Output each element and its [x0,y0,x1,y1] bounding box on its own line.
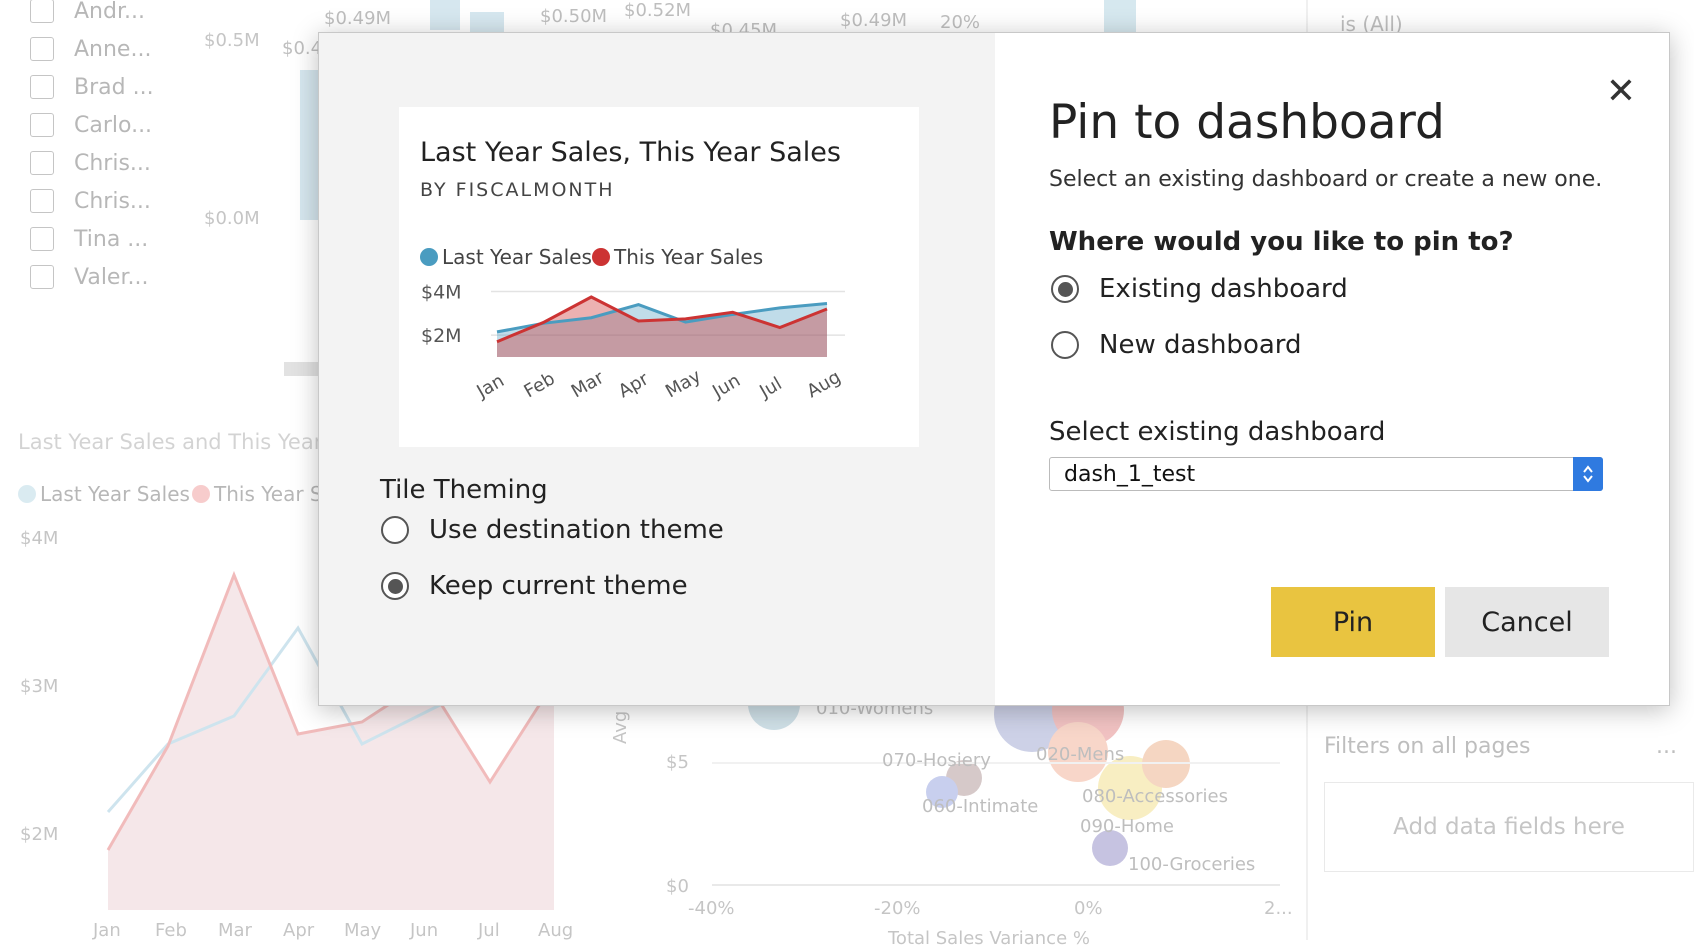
select-value: dash_1_test [1064,461,1196,487]
radio-button[interactable] [1051,331,1079,359]
new-dashboard-radio[interactable]: New dashboard [1051,330,1302,360]
radio-label: Use destination theme [429,515,724,545]
radio-button[interactable] [1051,275,1079,303]
dialog-title: Pin to dashboard [1049,95,1445,150]
dialog-subtitle: Select an existing dashboard or create a… [1049,167,1603,192]
dashboard-select[interactable]: dash_1_test [1049,457,1603,491]
tile-preview-pane: Last Year Sales, This Year Sales BY FISC… [319,33,995,705]
radio-label: Existing dashboard [1099,274,1348,304]
bubble-label: 080-Accessories [1082,786,1228,807]
close-icon[interactable]: ✕ [1601,71,1641,112]
cancel-button[interactable]: Cancel [1445,587,1609,657]
y-tick-label: $4M [421,282,462,304]
x-tick-label: May [662,365,705,402]
x-tick-label: Jun [708,370,744,403]
tile-preview: Last Year Sales, This Year Sales BY FISC… [399,107,919,447]
pin-to-dashboard-dialog: Last Year Sales, This Year Sales BY FISC… [318,32,1670,706]
data-label: $0.52M [624,0,692,21]
radio-button[interactable] [381,572,409,600]
x-tick: Feb [155,920,187,941]
x-tick: -40% [688,898,735,919]
x-tick: Jun [410,920,439,941]
data-label: 20% [940,12,981,33]
bubble-label: 090-Home [1080,816,1175,837]
radio-button[interactable] [381,516,409,544]
radio-label: Keep current theme [429,571,688,601]
x-tick-label: Jan [473,370,508,403]
x-tick-label: Aug [803,367,844,403]
bar [1104,0,1136,32]
radio-label: New dashboard [1099,330,1302,360]
existing-dashboard-radio[interactable]: Existing dashboard [1051,274,1348,304]
tile-area-chart: $4M $2M Jan Feb Mar Apr May Jun Jul Aug [421,282,845,403]
data-label: $0.49M [840,10,908,31]
x-tick-label: Jul [755,373,785,403]
tile-theming-title: Tile Theming [380,475,548,505]
pin-destination-question: Where would you like to pin to? [1049,227,1514,257]
bubble-label: 100-Groceries [1128,854,1256,875]
x-tick: Apr [283,920,315,941]
use-destination-theme-radio[interactable]: Use destination theme [381,515,724,545]
x-tick: 0% [1074,898,1103,919]
x-tick: Jul [478,920,500,941]
select-dashboard-label: Select existing dashboard [1049,417,1386,447]
add-data-fields-well[interactable]: Add data fields here [1324,782,1694,872]
select-arrows-icon[interactable] [1573,457,1603,491]
x-tick: Aug [538,920,574,941]
x-tick: 2... [1264,898,1293,919]
bubble-label: 060-Intimate [922,796,1039,817]
x-tick: Jan [93,920,121,941]
x-tick-label: Feb [521,368,559,402]
keep-current-theme-radio[interactable]: Keep current theme [381,571,688,601]
x-tick-label: Mar [568,367,608,402]
y-tick-label: $2M [421,325,462,347]
bubble-label: 070-Hosiery [882,750,991,771]
bubble-label: 020-Mens [1036,744,1125,765]
x-tick-label: Apr [615,368,653,402]
more-options-icon[interactable]: ... [1656,734,1677,759]
x-axis-label: Total Sales Variance % [888,928,1090,949]
x-tick: May [344,920,382,941]
pin-button[interactable]: Pin [1271,587,1435,657]
x-tick: -20% [874,898,921,919]
filters-on-all-pages: Filters on all pages [1324,734,1531,759]
x-tick: Mar [218,920,252,941]
